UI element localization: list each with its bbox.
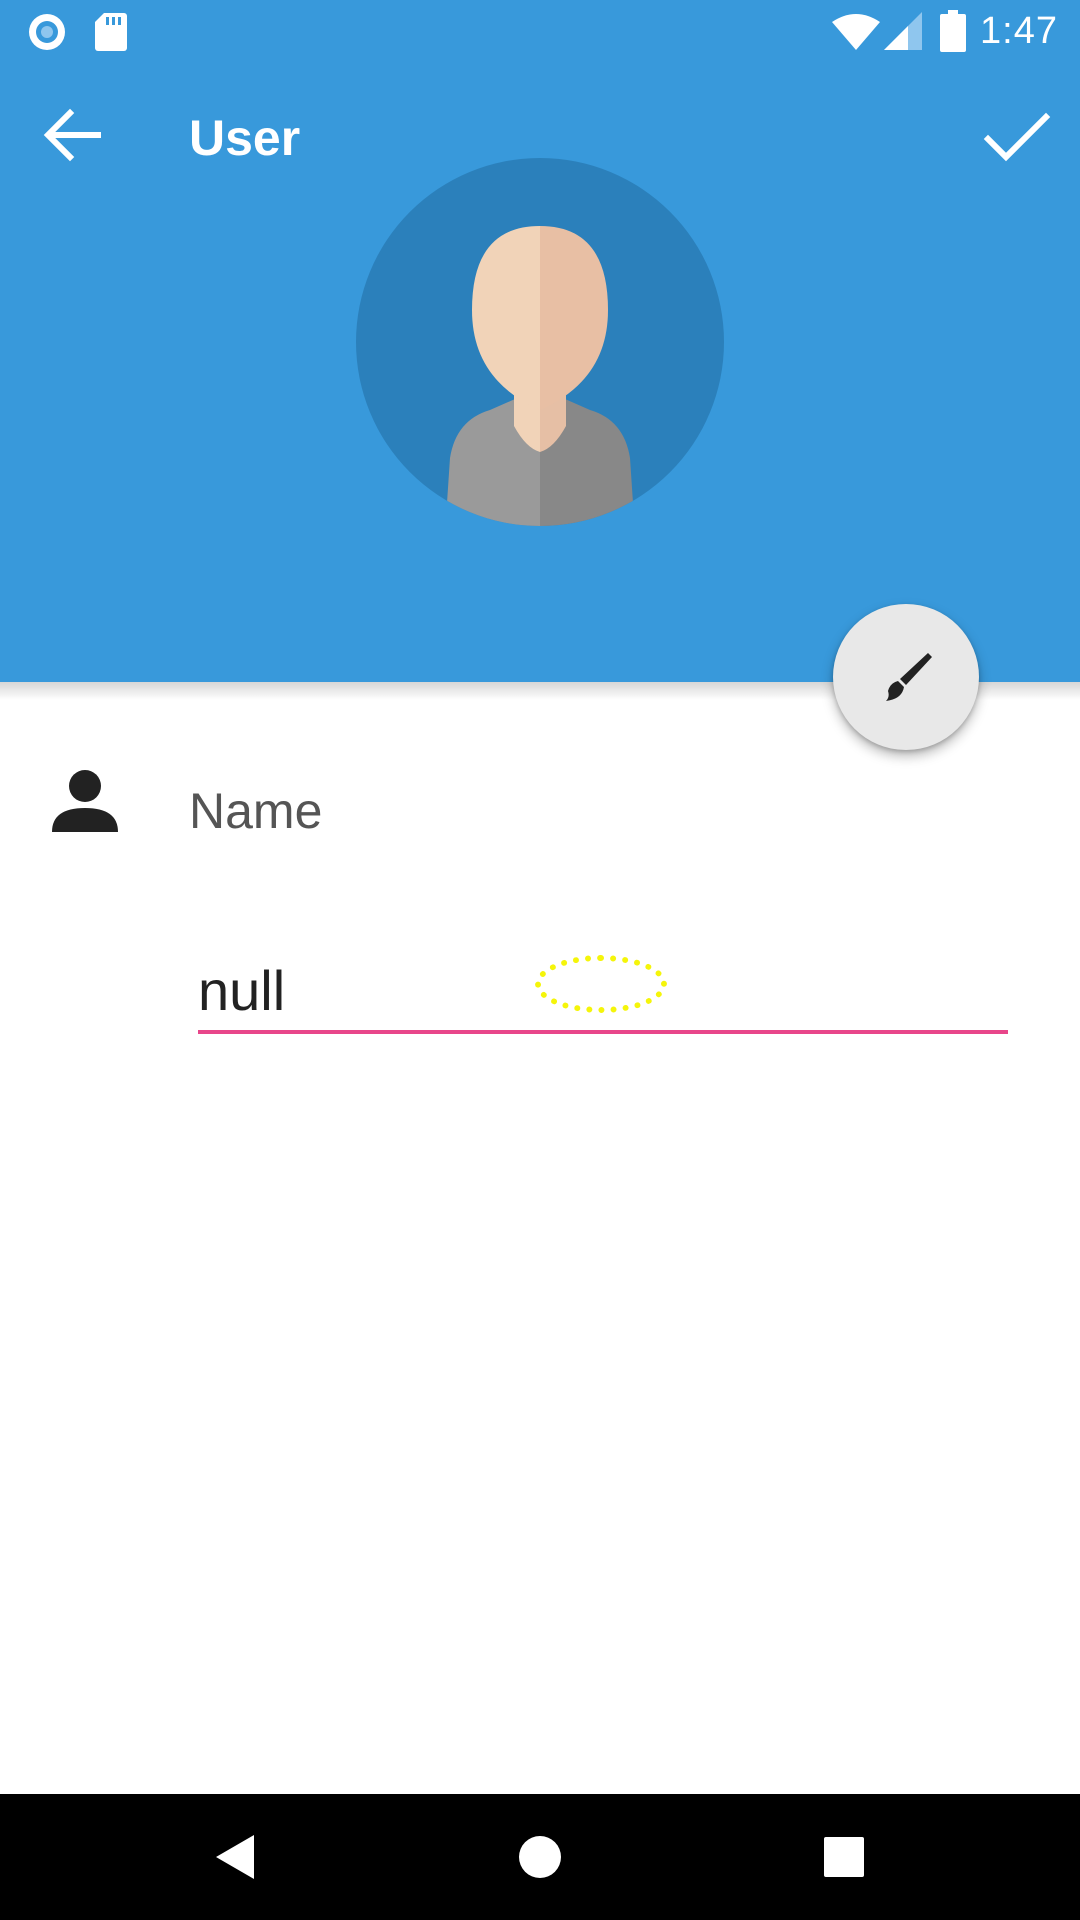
status-time: 1:47 bbox=[980, 10, 1058, 52]
signal-icon bbox=[884, 12, 922, 55]
name-label: Name bbox=[189, 783, 323, 839]
nav-back-button[interactable] bbox=[156, 1794, 316, 1920]
user-avatar bbox=[356, 158, 724, 526]
arrow-back-icon bbox=[43, 108, 101, 162]
status-bar: 1:47 bbox=[0, 0, 1080, 63]
person-icon bbox=[50, 766, 120, 841]
navigation-bar bbox=[0, 1794, 1080, 1920]
wifi-icon bbox=[832, 14, 880, 55]
battery-icon bbox=[940, 10, 966, 57]
nav-home-button[interactable] bbox=[460, 1794, 620, 1920]
edit-avatar-button[interactable] bbox=[833, 604, 979, 750]
recents-square-icon bbox=[824, 1837, 864, 1877]
record-icon bbox=[26, 11, 68, 58]
home-circle-icon bbox=[519, 1836, 561, 1878]
back-triangle-icon bbox=[216, 1835, 254, 1879]
touch-indicator bbox=[535, 955, 667, 1013]
brush-icon bbox=[886, 653, 932, 701]
back-button[interactable] bbox=[36, 99, 108, 171]
nav-recents-button[interactable] bbox=[764, 1794, 924, 1920]
check-icon bbox=[983, 112, 1051, 162]
page-title: User bbox=[189, 110, 301, 166]
sd-card-icon bbox=[94, 11, 128, 56]
user-avatar-icon bbox=[356, 158, 724, 526]
confirm-button[interactable] bbox=[980, 101, 1052, 173]
